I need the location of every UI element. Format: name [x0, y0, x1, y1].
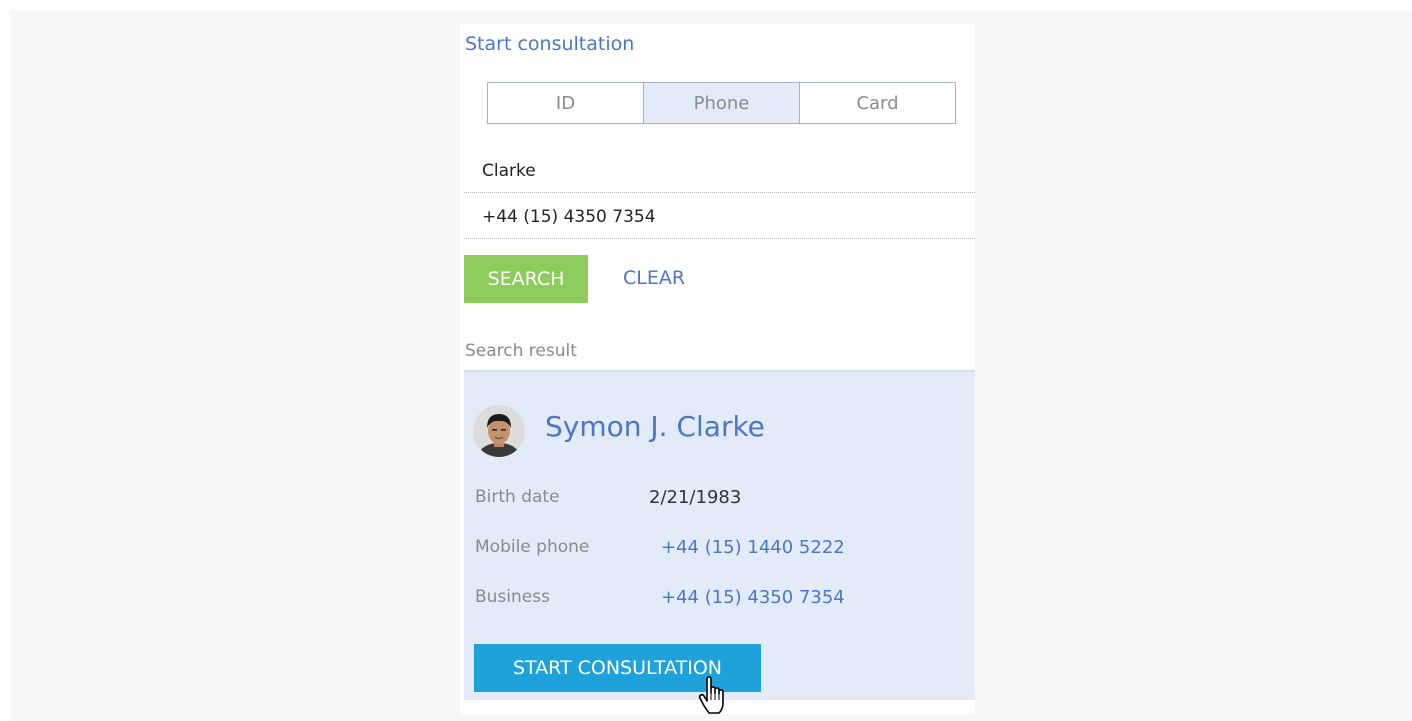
tab-id[interactable]: ID — [488, 83, 644, 123]
name-input[interactable] — [482, 149, 962, 192]
business-phone-label: Business — [475, 587, 550, 607]
contact-name-link[interactable]: Symon J. Clarke — [545, 410, 765, 443]
search-result-label: Search result — [465, 341, 577, 361]
birth-date-value: 2/21/1983 — [649, 487, 742, 508]
hand-pointer-icon — [698, 676, 724, 714]
search-result-card: Symon J. Clarke Birth date 2/21/1983 Mob… — [464, 370, 975, 700]
mobile-phone-label: Mobile phone — [475, 537, 590, 557]
phone-field-row — [464, 195, 975, 239]
birth-date-label: Birth date — [475, 487, 560, 507]
name-field-row — [464, 149, 975, 193]
mobile-phone-link[interactable]: +44 (15) 1440 5222 — [661, 537, 845, 558]
phone-input[interactable] — [482, 195, 962, 238]
tab-card[interactable]: Card — [800, 83, 955, 123]
avatar — [473, 405, 525, 457]
tab-phone[interactable]: Phone — [644, 83, 800, 123]
business-phone-link[interactable]: +44 (15) 4350 7354 — [661, 587, 845, 608]
panel-title: Start consultation — [465, 33, 635, 55]
search-button[interactable]: SEARCH — [464, 255, 588, 303]
clear-button[interactable]: CLEAR — [623, 267, 685, 289]
user-photo-icon — [473, 405, 525, 457]
consultation-panel: Start consultation ID Phone Card SEARCH … — [460, 24, 975, 714]
search-mode-selector: ID Phone Card — [487, 82, 956, 124]
